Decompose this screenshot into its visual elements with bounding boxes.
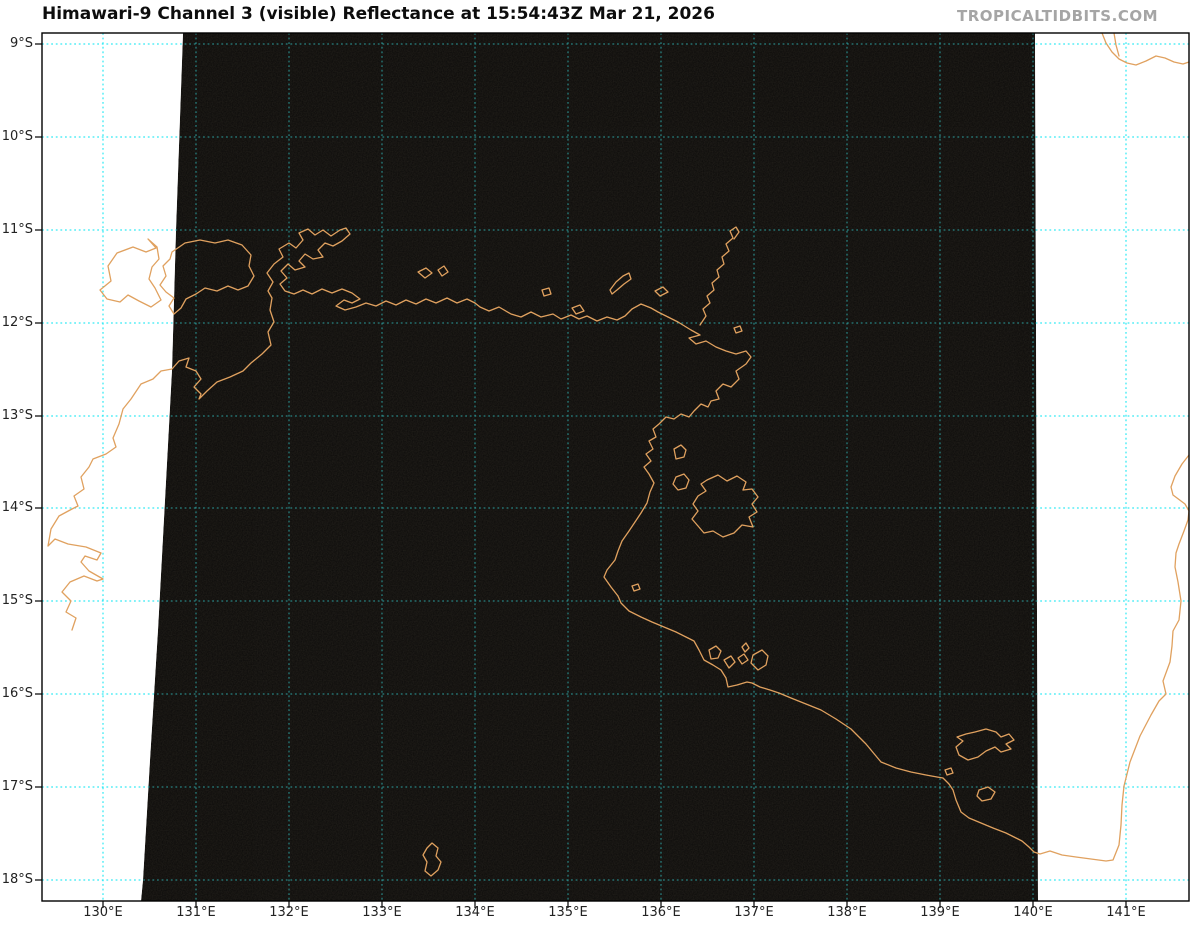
lat-tick-label: 9°S	[0, 36, 33, 52]
lat-tick-label: 16°S	[0, 686, 33, 702]
lat-tick-label: 18°S	[0, 872, 33, 888]
lon-tick-label: 135°E	[533, 905, 603, 921]
lat-tick-label: 14°S	[0, 500, 33, 516]
page: Himawari-9 Channel 3 (visible) Reflectan…	[0, 0, 1200, 929]
lon-tick-label: 133°E	[347, 905, 417, 921]
lat-tick-label: 15°S	[0, 593, 33, 609]
lat-tick-label: 10°S	[0, 129, 33, 145]
lat-tick-label: 11°S	[0, 222, 33, 238]
lon-tick-label: 139°E	[905, 905, 975, 921]
lon-tick-label: 138°E	[812, 905, 882, 921]
sensor-noise	[42, 33, 1189, 901]
coastline-bathurst-island	[100, 239, 161, 307]
lat-tick-label: 17°S	[0, 779, 33, 795]
lon-tick-label: 134°E	[440, 905, 510, 921]
lon-tick-label: 130°E	[68, 905, 138, 921]
lon-tick-label: 140°E	[998, 905, 1068, 921]
lat-tick-label: 12°S	[0, 315, 33, 331]
lon-tick-label: 132°E	[254, 905, 324, 921]
lon-tick-label: 137°E	[719, 905, 789, 921]
satellite-map	[0, 0, 1200, 929]
lon-tick-label: 131°E	[161, 905, 231, 921]
lat-tick-label: 13°S	[0, 408, 33, 424]
lon-tick-label: 136°E	[626, 905, 696, 921]
lon-tick-label: 141°E	[1091, 905, 1161, 921]
